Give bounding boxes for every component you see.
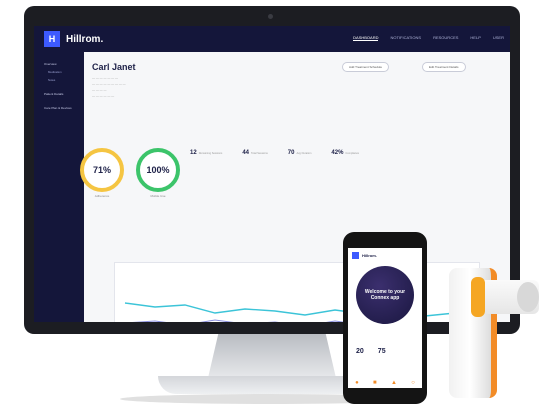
stat-total: 44 Total Sessions [242,150,268,156]
main-content: Carl Janet Add Treatment Schedule Edit T… [92,56,502,99]
phone-stat-score: 75 [377,348,386,355]
calendar-icon[interactable]: ■ [373,380,377,386]
logo-mark: H [44,31,60,47]
chart-icon[interactable]: ▲ [391,380,397,386]
sidebar-item-notes[interactable]: Notes [48,78,84,82]
sidebar: Overview Medication Notes Patient Detail… [34,52,84,322]
camera-icon [268,14,273,19]
nav-help[interactable]: HELP [470,35,480,41]
spirometer-device [449,268,539,408]
adherence-ring[interactable]: 71% [80,148,124,192]
nav-resources[interactable]: RESOURCES [433,35,458,41]
welcome-circle[interactable]: Welcome to your Connex app [356,266,414,324]
mobile-use-ring[interactable]: 100% [136,148,180,192]
ring-adherence-group: 71% Adherence [80,148,124,198]
ring-mobile-group: 100% Mobile Use [136,148,180,198]
device-orange-ring [471,277,485,317]
nav-dashboard[interactable]: DASHBOARD [353,35,379,41]
logo[interactable]: H Hillrom. [44,31,103,47]
welcome-text: Welcome to your Connex app [364,289,406,301]
sidebar-item-patient-details[interactable]: Patient Details [44,92,84,96]
stats-row: 12 Remaining Sessions 44 Total Sessions 70… [190,150,359,156]
phone-stat-sessions: 20 [356,348,364,355]
device-mouthpiece [517,282,539,312]
top-nav: DASHBOARD NOTIFICATIONS RESOURCES HELP U… [353,35,504,41]
profile-icon[interactable]: ○ [411,380,415,386]
edit-details-button[interactable]: Edit Treatment Details [422,62,466,72]
nav-notifications[interactable]: NOTIFICATIONS [390,35,421,41]
add-schedule-button[interactable]: Add Treatment Schedule [342,62,390,72]
phone-stats: 20 75 [356,348,386,355]
top-bar: H Hillrom. DASHBOARD NOTIFICATIONS RESOU… [34,26,510,52]
phone-header: Hillrom. [348,248,422,263]
nav-user[interactable]: USER [493,35,504,41]
stat-compliance: 42% Compliance [331,150,360,156]
adherence-ring-label: Adherence [94,194,110,198]
stat-duration: 70 Avg Duration [287,150,312,156]
logo-text: Hillrom. [66,33,104,45]
phone-screen: Hillrom. Welcome to your Connex app 20 7… [348,248,422,388]
smartphone: Hillrom. Welcome to your Connex app 20 7… [343,232,427,404]
phone-logo-mark [352,252,359,259]
stat-remaining: 12 Remaining Sessions [190,150,223,156]
patient-info: — — — — — — — — — — — — — — — — — — — — — —… [92,76,126,98]
sidebar-item-overview[interactable]: Overview [44,62,84,66]
home-icon[interactable]: ● [355,380,359,386]
sidebar-item-medication[interactable]: Medication [48,70,84,74]
mobile-use-ring-label: Mobile Use [150,194,166,198]
adherence-rings: 71% Adherence 100% Mobile Use [80,148,180,198]
phone-title: Hillrom. [362,253,377,258]
sidebar-item-care-plan[interactable]: Care Plan & Devices [44,106,84,110]
monitor-stand [208,334,336,378]
phone-bottom-nav: ● ■ ▲ ○ [348,380,422,386]
